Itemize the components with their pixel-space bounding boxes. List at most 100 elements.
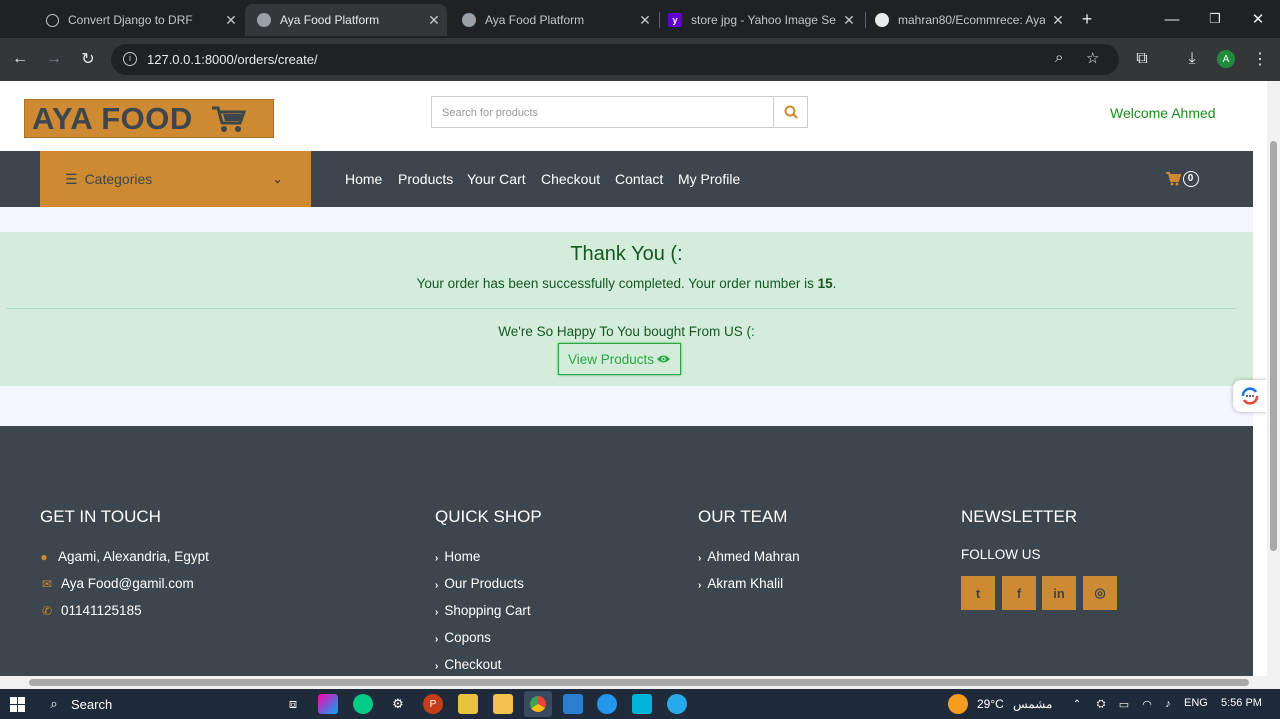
tab-yahoo-images[interactable]: y store jpg - Yahoo Image Sea ✕ (656, 4, 862, 36)
footer-link-products[interactable]: › Our Products (435, 576, 524, 591)
welcome-message[interactable]: Welcome Ahmed (1110, 105, 1216, 121)
battery-icon[interactable]: ▭ (1114, 694, 1134, 714)
scroll-thumb[interactable] (1270, 141, 1277, 551)
reload-icon[interactable]: ↻ (75, 46, 101, 72)
chevron-right-icon: › (435, 661, 439, 672)
footer-link-cart[interactable]: › Shopping Cart (435, 603, 531, 618)
team-member[interactable]: › Ahmed Mahran (698, 549, 800, 564)
tab-close-icon[interactable]: ✕ (836, 12, 862, 29)
nav-contact[interactable]: Contact (615, 171, 663, 187)
chevron-right-icon: › (435, 634, 439, 645)
tab-aya-food[interactable]: Aya Food Platform ✕ (450, 4, 658, 36)
address-bar[interactable]: i 127.0.0.1:8000/orders/create/ ⌕ ☆ (111, 44, 1119, 75)
vscode-icon[interactable] (563, 694, 583, 714)
instagram-icon[interactable]: ◎ (1083, 576, 1117, 610)
menu-kebab-icon[interactable]: ⋮ (1247, 46, 1273, 72)
nav-checkout[interactable]: Checkout (541, 171, 600, 187)
cart-button[interactable]: 0 (1162, 163, 1201, 195)
tab-aya-food-active[interactable]: Aya Food Platform ✕ (245, 4, 447, 36)
edge-icon[interactable] (353, 694, 373, 714)
order-success-alert: Thank You (: Your order has been success… (0, 232, 1253, 386)
chrome-icon[interactable] (524, 691, 552, 717)
task-view-icon[interactable]: ⧈ (283, 694, 303, 714)
tab-close-icon[interactable]: ✕ (632, 12, 658, 29)
copilot-icon[interactable] (318, 694, 338, 714)
search-button[interactable] (773, 96, 808, 128)
globe-icon (257, 13, 271, 27)
phone-text: 01141125185 (61, 603, 142, 618)
nav-products[interactable]: Products (398, 171, 453, 187)
phone-item: ✆ 01141125185 (38, 603, 142, 618)
zoom-icon[interactable]: ⌕ (1055, 49, 1063, 66)
footer-link-home[interactable]: › Home (435, 549, 480, 564)
happy-message: We're So Happy To You bought From US (: (498, 324, 755, 339)
profile-avatar[interactable]: A (1213, 46, 1239, 72)
tab-close-icon[interactable]: ✕ (218, 12, 244, 29)
bookmark-star-icon[interactable]: ☆ (1086, 49, 1099, 67)
footer: GET IN TOUCH ● Agami, Alexandria, Egypt … (0, 426, 1253, 676)
app-icon[interactable] (632, 694, 652, 714)
tab-title: Convert Django to DRF (68, 13, 193, 27)
floating-chat-button[interactable] (1233, 380, 1267, 412)
linkedin-icon[interactable]: in (1042, 576, 1076, 610)
site-logo[interactable]: AYA FOOD (24, 99, 274, 138)
extensions-icon[interactable]: ⧉ (1129, 46, 1155, 72)
spacer (0, 207, 1253, 232)
horizontal-scrollbar[interactable] (0, 676, 1280, 689)
back-icon[interactable]: ← (7, 46, 33, 72)
weather-desc[interactable]: مشمس (1013, 697, 1052, 711)
chevron-up-icon[interactable]: ⌃ (1067, 694, 1087, 714)
notepad-icon[interactable] (458, 694, 478, 714)
cart-icon (1165, 172, 1181, 186)
restore-icon[interactable]: ❐ (1194, 0, 1236, 38)
tab-close-icon[interactable]: ✕ (421, 12, 447, 29)
view-products-button[interactable]: View Products (558, 343, 681, 375)
search-input[interactable]: Search for products (431, 96, 774, 128)
file-explorer-icon[interactable] (493, 694, 513, 714)
wifi-icon[interactable]: ◠ (1137, 694, 1157, 714)
nav-home[interactable]: Home (345, 171, 382, 187)
phone-icon: ✆ (41, 603, 53, 618)
address-item: ● Agami, Alexandria, Egypt (35, 549, 208, 564)
footer-link-copons[interactable]: › Copons (435, 630, 491, 645)
nav-my-profile[interactable]: My Profile (678, 171, 740, 187)
chevron-down-icon: ⌄ (273, 173, 283, 186)
clock-time[interactable]: 5:56 PM (1221, 697, 1262, 709)
yahoo-icon: y (668, 13, 682, 27)
tab-convert-django[interactable]: Convert Django to DRF ✕ (34, 4, 244, 36)
forward-icon[interactable]: → (41, 46, 67, 72)
categories-dropdown[interactable]: ☰ Categories ⌄ (40, 151, 311, 207)
volume-icon[interactable]: ♪ (1158, 694, 1178, 714)
docker-icon[interactable] (597, 694, 617, 714)
windows-start-icon[interactable] (7, 694, 27, 714)
scroll-thumb[interactable] (29, 679, 1249, 686)
language-indicator[interactable]: ENG (1184, 697, 1208, 709)
taskbar-search-label[interactable]: Search (71, 697, 112, 712)
browser-toolbar: ← → ↻ i 127.0.0.1:8000/orders/create/ ⌕ … (0, 38, 1280, 81)
footer-link-checkout[interactable]: › Checkout (435, 657, 501, 672)
order-message-text: Your order has been successfully complet… (416, 276, 814, 291)
nav-your-cart[interactable]: Your Cart (467, 171, 526, 187)
team-member[interactable]: › Akram Khalil (698, 576, 783, 591)
vertical-scrollbar[interactable] (1267, 81, 1280, 676)
our-team-heading: OUR TEAM (698, 507, 788, 526)
facebook-icon[interactable]: f (1002, 576, 1036, 610)
window-close-icon[interactable]: ✕ (1237, 0, 1279, 38)
weather-temp[interactable]: 29°C (977, 697, 1004, 711)
powerpoint-icon[interactable]: P (423, 694, 443, 714)
twitter-icon[interactable]: t (961, 576, 995, 610)
site-info-icon[interactable]: i (123, 52, 137, 66)
eye-icon (657, 355, 671, 363)
new-tab-button[interactable]: + (1066, 0, 1108, 38)
settings-gear-icon[interactable]: ⚙ (388, 694, 408, 714)
downloads-icon[interactable]: ⤓ (1179, 46, 1205, 72)
tab-github[interactable]: mahran80/Ecommrece: Aya ✕ (863, 4, 1071, 36)
main-navbar: ☰ Categories ⌄ Home Products Your Cart C… (0, 151, 1253, 207)
minimize-icon[interactable]: — (1151, 0, 1193, 38)
categories-label: Categories (84, 171, 153, 187)
search-icon[interactable]: ⌕ (44, 694, 64, 714)
chevron-right-icon: › (698, 580, 702, 591)
tray-icon[interactable]: ⛭ (1091, 694, 1111, 714)
telegram-icon[interactable] (667, 694, 687, 714)
link-label: Copons (444, 630, 491, 645)
